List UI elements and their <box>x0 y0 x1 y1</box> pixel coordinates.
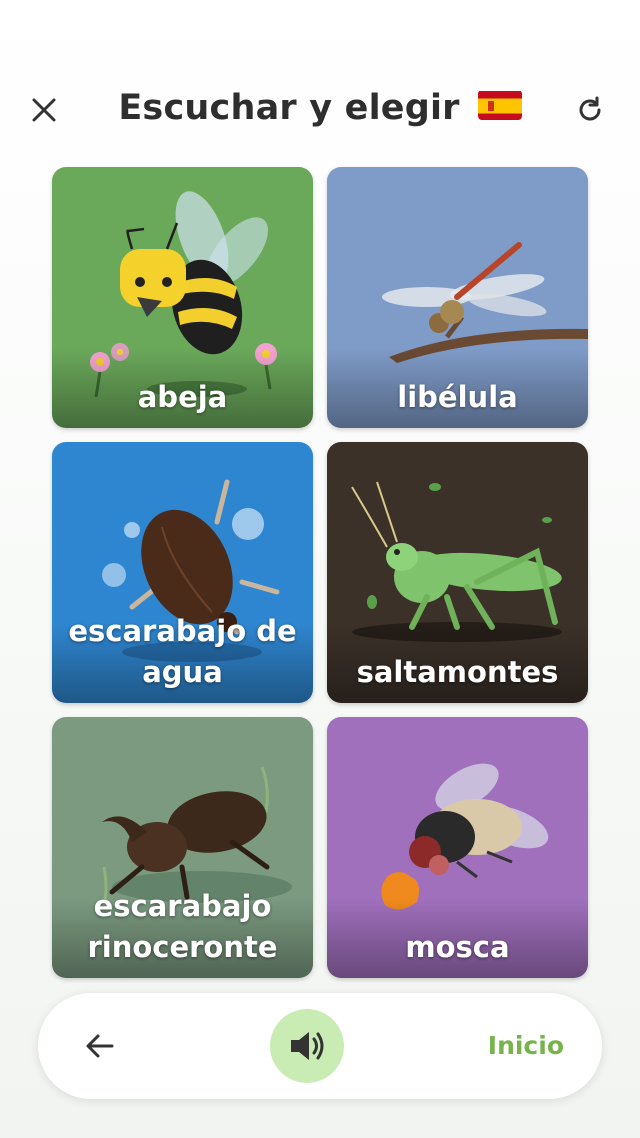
answer-card-label: libélula <box>397 380 518 414</box>
speaker-icon <box>291 1032 324 1060</box>
refresh-icon <box>579 96 601 121</box>
answer-card-label: escarabajo rinoceronte <box>87 889 278 964</box>
answer-card-label: mosca <box>405 930 510 964</box>
answer-card-escarabajo-rinoceronte[interactable]: escarabajo rinoceronte <box>52 717 313 978</box>
audio-button[interactable] <box>270 1009 344 1083</box>
refresh-button[interactable] <box>570 90 610 130</box>
page-title: Escuchar y elegir <box>0 88 640 128</box>
answer-card-label: abeja <box>137 380 228 414</box>
home-link[interactable]: Inicio <box>488 1031 564 1060</box>
answer-card-mosca[interactable]: mosca <box>327 717 588 978</box>
arrow-left-icon <box>86 1034 114 1058</box>
answer-card-abeja[interactable]: abeja <box>52 167 313 428</box>
back-button[interactable] <box>78 1026 122 1066</box>
answer-card-escarabajo-de-agua[interactable]: escarabajo de agua <box>52 442 313 703</box>
spain-flag-icon <box>477 90 522 120</box>
answer-card-saltamontes[interactable]: saltamontes <box>327 442 588 703</box>
bottom-bar: Inicio <box>38 993 602 1099</box>
answer-card-libelula[interactable]: libélula <box>327 167 588 428</box>
page-title-text: Escuchar y elegir <box>118 88 460 128</box>
header: Escuchar y elegir <box>0 80 640 140</box>
answer-card-label: saltamontes <box>356 655 559 689</box>
answer-card-label: escarabajo de agua <box>68 614 297 689</box>
